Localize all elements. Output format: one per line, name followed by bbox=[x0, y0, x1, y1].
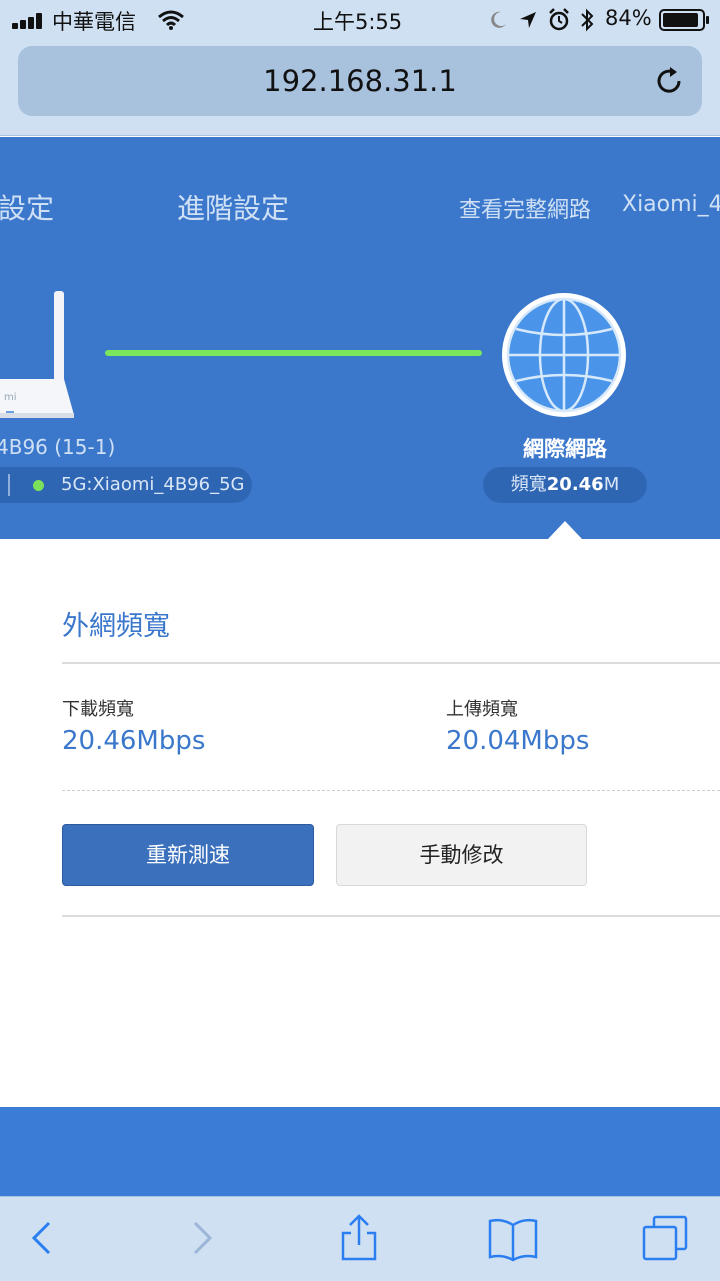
bandwidth-prefix: 頻寬 bbox=[510, 474, 547, 495]
divider bbox=[62, 662, 720, 664]
share-icon[interactable] bbox=[334, 1213, 384, 1263]
clock: 上午5:55 bbox=[313, 10, 403, 34]
panel-title: 外網頻寬 bbox=[62, 611, 170, 642]
bandwidth-badge: 頻寬20.46M bbox=[483, 467, 647, 503]
back-icon[interactable] bbox=[17, 1213, 67, 1263]
nav-device-name[interactable]: Xiaomi_4E bbox=[622, 192, 720, 217]
battery-percent: 84% bbox=[605, 6, 652, 30]
alarm-icon bbox=[549, 8, 569, 31]
browser-toolbar bbox=[0, 1196, 720, 1281]
connection-line bbox=[105, 350, 482, 356]
internet-title: 網際網路 bbox=[523, 437, 607, 461]
url-text[interactable]: 192.168.31.1 bbox=[18, 46, 702, 116]
reload-icon[interactable] bbox=[652, 64, 686, 98]
ssid-badge: 5G:Xiaomi_4B96_5G bbox=[0, 467, 252, 503]
panel-pointer bbox=[548, 521, 582, 539]
ssid-5g-label: 5G:Xiaomi_4B96_5G bbox=[61, 474, 245, 495]
upload-label: 上傳頻寬 bbox=[446, 699, 518, 720]
nav-advanced-settings[interactable]: 進階設定 bbox=[177, 187, 289, 227]
bandwidth-value: 20.46 bbox=[546, 474, 604, 495]
bluetooth-icon bbox=[581, 8, 594, 32]
router-logo: mi bbox=[4, 392, 17, 403]
footer-band bbox=[0, 1107, 720, 1196]
router-name: 4B96 (15-1) bbox=[0, 435, 116, 459]
manual-edit-button[interactable]: 手動修改 bbox=[336, 824, 587, 886]
status-bar: 中華電信 上午5:55 84% bbox=[0, 0, 720, 40]
wifi-icon bbox=[158, 10, 184, 30]
bookmarks-icon[interactable] bbox=[488, 1213, 538, 1263]
signal-icon bbox=[12, 13, 46, 29]
browser-address-area: 192.168.31.1 bbox=[0, 40, 720, 136]
address-bar[interactable]: 192.168.31.1 bbox=[18, 46, 702, 116]
carrier-name: 中華電信 bbox=[52, 10, 136, 34]
upload-value: 20.04Mbps bbox=[446, 726, 590, 756]
download-value: 20.46Mbps bbox=[62, 726, 206, 756]
globe-icon[interactable] bbox=[498, 289, 630, 421]
moon-icon bbox=[491, 11, 506, 28]
forward-icon[interactable] bbox=[177, 1213, 227, 1263]
divider bbox=[62, 790, 720, 791]
divider bbox=[8, 474, 10, 496]
status-dot bbox=[33, 480, 44, 491]
divider bbox=[62, 915, 720, 917]
nav-settings[interactable]: 設定 bbox=[0, 187, 54, 227]
router-header: 設定 進階設定 查看完整網路 Xiaomi_4E mi 4B96 (15-1) … bbox=[0, 137, 720, 539]
bandwidth-unit: M bbox=[603, 474, 620, 495]
location-icon bbox=[520, 12, 536, 28]
download-label: 下載頻寬 bbox=[62, 699, 134, 720]
router-icon: mi bbox=[0, 291, 74, 418]
battery-icon bbox=[659, 9, 709, 31]
retest-speed-button[interactable]: 重新測速 bbox=[62, 824, 314, 886]
nav-view-network[interactable]: 查看完整網路 bbox=[459, 192, 591, 224]
tabs-icon[interactable] bbox=[640, 1213, 690, 1263]
